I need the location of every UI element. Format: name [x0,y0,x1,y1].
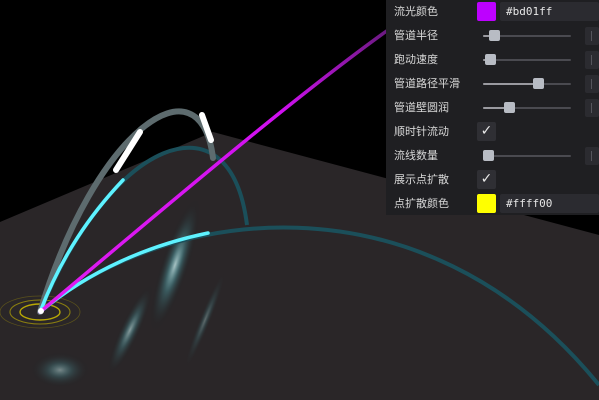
controls-panel: 流光颜色 #bd01ff 管道半径 跑动速度 管道路径平滑 管道壁圆润 顺时针流… [386,0,599,215]
control-flow-count: 流线数量 [386,144,599,168]
pipe-radius-label: 管道半径 [394,29,438,42]
control-clockwise: 顺时针流动 ✓ [386,120,599,144]
pipe-radius-number[interactable] [585,27,599,45]
flow-color-swatch[interactable] [477,2,496,21]
control-wall-round: 管道壁圆润 [386,96,599,120]
wall-round-label: 管道壁圆润 [394,101,449,114]
glow-streak [30,352,90,388]
wall-round-slider[interactable] [483,102,571,113]
control-path-smooth: 管道路径平滑 [386,72,599,96]
flow-count-label: 流线数量 [394,149,438,162]
flow-count-slider[interactable] [483,150,571,161]
spread-color-label: 点扩散颜色 [394,197,449,210]
clockwise-label: 顺时针流动 [394,125,449,138]
control-show-spread: 展示点扩散 ✓ [386,168,599,192]
clockwise-checkbox[interactable]: ✓ [477,122,496,141]
run-speed-number[interactable] [585,51,599,69]
path-smooth-slider[interactable] [483,78,571,89]
origin-point [38,308,44,314]
run-speed-label: 跑动速度 [394,53,438,66]
control-run-speed: 跑动速度 [386,48,599,72]
path-smooth-label: 管道路径平滑 [394,77,460,90]
path-smooth-number[interactable] [585,75,599,93]
control-spread-color: 点扩散颜色 #ffff00 [386,192,599,216]
control-flow-color: 流光颜色 #bd01ff [386,0,599,24]
spread-color-input[interactable]: #ffff00 [500,194,599,213]
control-pipe-radius: 管道半径 [386,24,599,48]
spread-color-swatch[interactable] [477,194,496,213]
show-spread-checkbox[interactable]: ✓ [477,170,496,189]
wall-round-number[interactable] [585,99,599,117]
pipe-radius-slider[interactable] [483,30,571,41]
run-speed-slider[interactable] [483,54,571,65]
flow-count-number[interactable] [585,147,599,165]
flow-color-label: 流光颜色 [394,5,438,18]
show-spread-label: 展示点扩散 [394,173,449,186]
flow-color-input[interactable]: #bd01ff [500,2,599,21]
